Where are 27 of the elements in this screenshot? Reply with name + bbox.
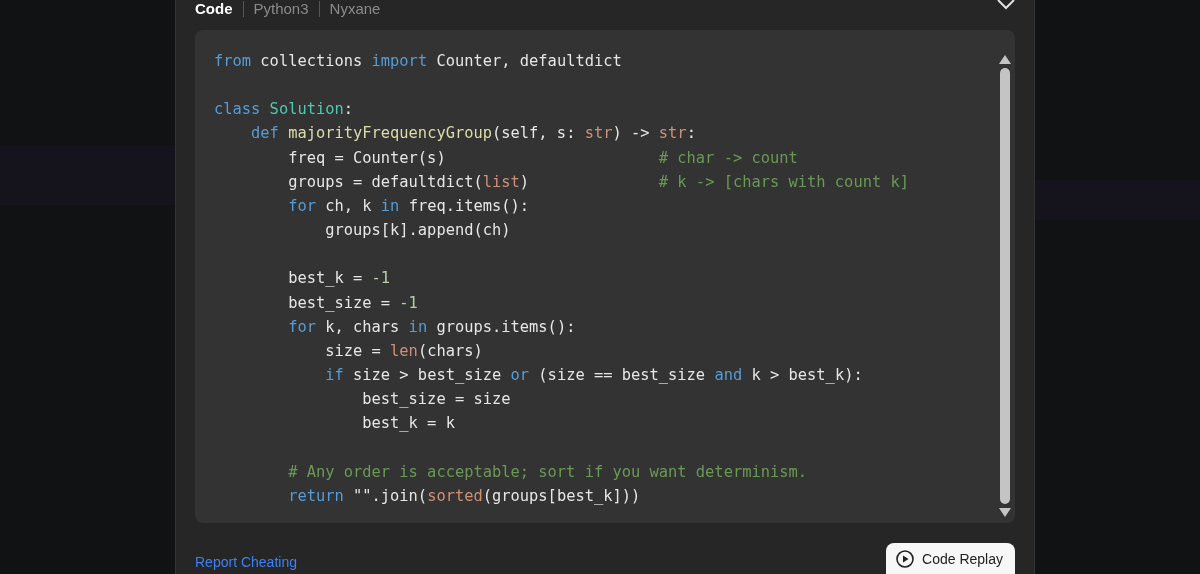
close-icon (997, 0, 1015, 10)
tab[interactable]: Python3 (242, 1, 319, 17)
tab[interactable]: Code (195, 1, 243, 17)
code-line: best_size = -1 (287, 292, 419, 314)
play-icon (896, 549, 915, 568)
code-line: groups = defaultdict(list) # k -> [chars with count k] (287, 171, 910, 193)
code-line: best_k = k (361, 413, 456, 435)
code-line: size = len(chars) (324, 340, 484, 362)
code-line: freq = Counter(s) # char -> count (287, 147, 799, 169)
code-line: from collections import Counter, defaultdict (214, 51, 623, 72)
code-replay-button[interactable]: Code Replay (886, 543, 1015, 574)
scrollbar-thumb[interactable] (1000, 68, 1010, 504)
report-link[interactable]: Report Cheating (195, 554, 297, 570)
code-line: groups[k].append(ch) (324, 220, 512, 242)
code-line: class Solution: (214, 99, 355, 121)
code-line: best_k = -1 (287, 268, 392, 290)
code-line: return "".join(sorted(groups[best_k])) (287, 485, 642, 507)
close-button[interactable] (997, 0, 1015, 10)
code-line: best_size = size (361, 389, 512, 411)
code-line: for k, chars in groups.items(): (287, 316, 577, 338)
tab[interactable]: Nyxane (318, 1, 391, 17)
code-line: def majorityFrequencyGroup(self, s: str) -> str: (250, 123, 697, 145)
code-line: # Any order is acceptable; sort if you want determinism. (287, 461, 809, 483)
code-line: for ch, k in freq.items(): (287, 195, 531, 217)
scroll-down-icon[interactable] (999, 508, 1011, 517)
scroll-up-icon[interactable] (999, 55, 1011, 64)
code-line: if size > best_size or (size == best_size and k > best_k): (324, 365, 864, 386)
